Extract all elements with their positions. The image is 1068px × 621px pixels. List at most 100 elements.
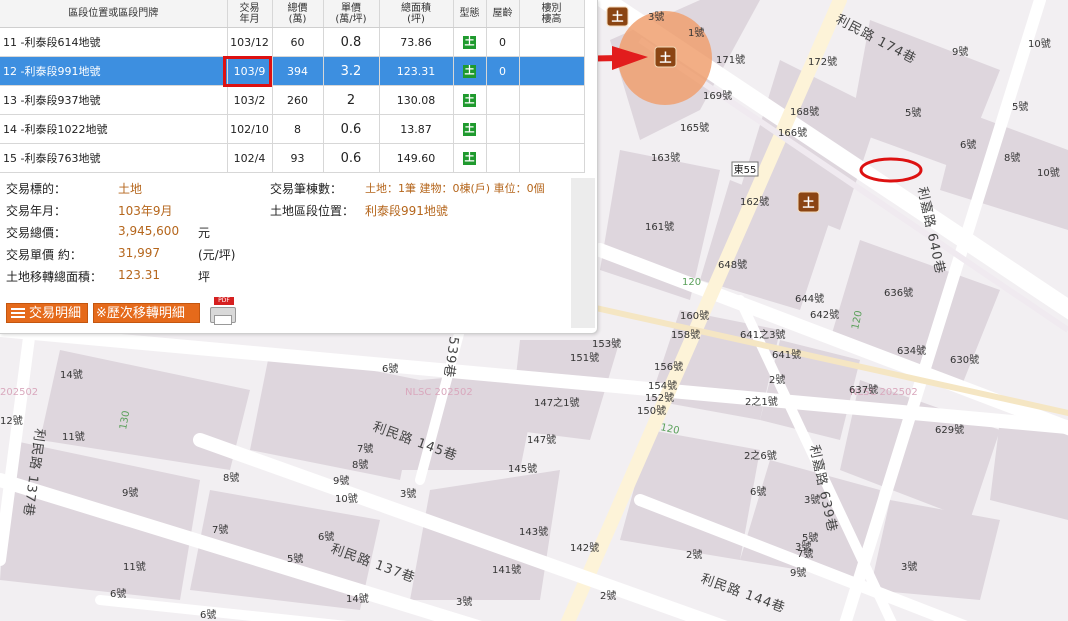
table-row[interactable]: 14 -利泰段1022地號 102/10 8 0.6 13.87 土 bbox=[0, 114, 585, 144]
cell-floor bbox=[519, 143, 585, 173]
detail-count-label: 交易筆棟數： bbox=[270, 182, 343, 196]
transaction-table: 區段位置或區段門牌 交易 年月 總價 (萬) 單價 (萬/坪) 總面積 (坪) 型態 屋… bbox=[0, 0, 585, 173]
table-row[interactable]: 15 -利泰段763地號 102/4 93 0.6 149.60 土 bbox=[0, 143, 585, 173]
house-number-label: 169號 bbox=[703, 89, 732, 102]
svg-text:土: 土 bbox=[659, 50, 671, 65]
house-number-label: 172號 bbox=[808, 55, 837, 68]
house-number-label: 163號 bbox=[651, 151, 680, 164]
header-type[interactable]: 型態 bbox=[453, 0, 487, 28]
house-number-label: 7號 bbox=[797, 547, 813, 560]
house-number-label: 9號 bbox=[333, 474, 349, 487]
svg-text:土: 土 bbox=[802, 195, 814, 210]
cell-location: 14 -利泰段1022地號 bbox=[0, 114, 228, 144]
header-total[interactable]: 總價 (萬) bbox=[272, 0, 324, 28]
house-number-label: 147號 bbox=[527, 433, 556, 446]
detail-count-value: 土地：1筆 建物：0棟(戶) 車位：0個 bbox=[365, 182, 545, 195]
detail-total-label: 交易總價： bbox=[6, 226, 67, 240]
house-number-label: 2之6號 bbox=[744, 449, 777, 462]
road-shield-east55: 東55 bbox=[734, 163, 757, 176]
house-number-label: 147之1號 bbox=[534, 396, 579, 409]
header-floor[interactable]: 樓別 樓高 bbox=[519, 0, 585, 28]
header-age[interactable]: 屋齡 bbox=[486, 0, 520, 28]
house-number-label: 3號 bbox=[804, 493, 820, 506]
house-number-label: 153號 bbox=[592, 337, 621, 350]
house-number-label: 12號 bbox=[0, 414, 23, 427]
land-marker-selected[interactable]: 土 bbox=[654, 46, 677, 68]
house-number-label: 642號 bbox=[810, 308, 839, 321]
house-number-label: 14號 bbox=[346, 592, 369, 605]
table-row[interactable]: 11 -利泰段614地號 103/12 60 0.8 73.86 土 0 bbox=[0, 27, 585, 57]
cell-area: 149.60 bbox=[379, 143, 454, 173]
history-detail-button[interactable]: ※歷次移轉明細 bbox=[93, 303, 200, 323]
detail-area-value: 123.31 bbox=[118, 268, 160, 282]
house-number-label: 3號 bbox=[400, 487, 416, 500]
house-number-label: 5號 bbox=[905, 106, 921, 119]
house-number-label: 2號 bbox=[769, 373, 785, 386]
cell-age bbox=[486, 85, 520, 115]
land-marker[interactable]: 土 bbox=[606, 6, 629, 27]
detail-unit-value: 31,997 bbox=[118, 246, 160, 260]
house-number-label: 6號 bbox=[382, 362, 398, 375]
header-unit[interactable]: 單價 (萬/坪) bbox=[323, 0, 380, 28]
house-number-label: 644號 bbox=[795, 292, 824, 305]
house-number-label: 141號 bbox=[492, 563, 521, 576]
cell-unit: 0.8 bbox=[323, 27, 380, 57]
land-marker[interactable]: 土 bbox=[797, 191, 820, 213]
cell-area: 13.87 bbox=[379, 114, 454, 144]
house-number-label: 7號 bbox=[357, 442, 373, 455]
house-number-label: 2之1號 bbox=[745, 395, 778, 408]
history-detail-label: ※歷次移轉明細 bbox=[96, 306, 185, 321]
table-row[interactable]: 13 -利泰段937地號 103/2 260 2 130.08 土 bbox=[0, 85, 585, 115]
cell-total: 394 bbox=[272, 56, 324, 86]
house-number-label: 156號 bbox=[654, 360, 683, 373]
house-number-label: 143號 bbox=[519, 525, 548, 538]
house-number-label: 648號 bbox=[718, 258, 747, 271]
detail-total-value: 3,945,600 bbox=[118, 224, 180, 238]
cell-age: 0 bbox=[486, 56, 520, 86]
watermark: NLSC 202502 bbox=[405, 387, 473, 398]
header-date[interactable]: 交易 年月 bbox=[227, 0, 273, 28]
transaction-panel: 區段位置或區段門牌 交易 年月 總價 (萬) 單價 (萬/坪) 總面積 (坪) 型態 屋… bbox=[0, 0, 598, 334]
detail-scrollbar[interactable] bbox=[571, 178, 595, 328]
cell-age bbox=[486, 143, 520, 173]
cell-date: 102/4 bbox=[227, 143, 273, 173]
house-number-label: 637號 bbox=[849, 383, 878, 396]
house-number-label: 11號 bbox=[62, 430, 85, 443]
house-number-label: 9號 bbox=[952, 45, 968, 58]
house-number-label: 10號 bbox=[1037, 166, 1060, 179]
cell-unit: 0.6 bbox=[323, 143, 380, 173]
table-row[interactable]: 12 -利泰段991地號 103/9 394 3.2 123.31 土 0 bbox=[0, 56, 585, 86]
cell-floor bbox=[519, 85, 585, 115]
house-number-label: 154號 bbox=[648, 379, 677, 392]
land-type-icon: 土 bbox=[463, 36, 476, 49]
detail-unit-label: 交易單價 約： bbox=[6, 248, 82, 262]
cell-unit: 2 bbox=[323, 85, 380, 115]
cell-unit: 0.6 bbox=[323, 114, 380, 144]
house-number-label: 5號 bbox=[1012, 100, 1028, 113]
cell-unit: 3.2 bbox=[323, 56, 380, 86]
header-area[interactable]: 總面積 (坪) bbox=[379, 0, 454, 28]
house-number-label: 6號 bbox=[110, 587, 126, 600]
detail-target-value: 土地 bbox=[118, 182, 143, 196]
pdf-print-icon[interactable]: PDF bbox=[208, 297, 236, 325]
house-number-label: 8號 bbox=[1004, 151, 1020, 164]
cell-date: 102/10 bbox=[227, 114, 273, 144]
cell-total: 60 bbox=[272, 27, 324, 57]
house-number-label: 8號 bbox=[352, 458, 368, 471]
house-number-label: 636號 bbox=[884, 286, 913, 299]
land-type-icon: 土 bbox=[463, 65, 476, 78]
header-location[interactable]: 區段位置或區段門牌 bbox=[0, 0, 228, 28]
cell-location: 11 -利泰段614地號 bbox=[0, 27, 228, 57]
detail-section-value: 利泰段991地號 bbox=[365, 204, 448, 218]
transaction-detail-button[interactable]: 交易明細 bbox=[6, 303, 88, 323]
cell-type: 土 bbox=[453, 85, 487, 115]
house-number-label: 629號 bbox=[935, 423, 964, 436]
land-type-icon: 土 bbox=[463, 123, 476, 136]
cell-location: 15 -利泰段763地號 bbox=[0, 143, 228, 173]
cell-location: 12 -利泰段991地號 bbox=[0, 56, 228, 86]
cell-floor bbox=[519, 56, 585, 86]
cell-total: 93 bbox=[272, 143, 324, 173]
house-number-label: 150號 bbox=[637, 404, 666, 417]
house-number-label: 2號 bbox=[600, 589, 616, 602]
house-number-label: 8號 bbox=[223, 471, 239, 484]
